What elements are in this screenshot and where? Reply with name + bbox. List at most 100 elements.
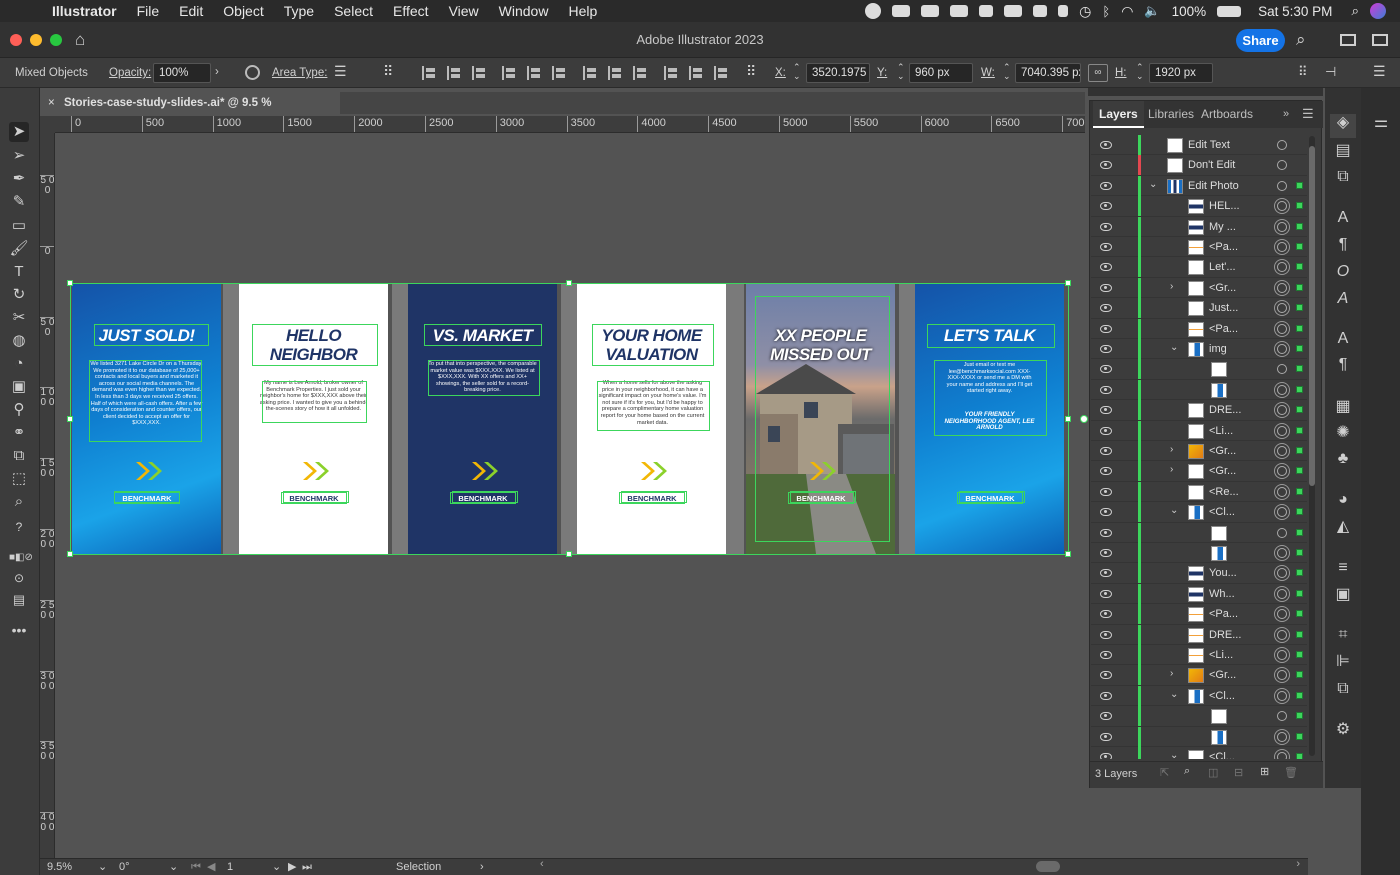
delete-layer-icon[interactable]: 🗑 (1284, 766, 1298, 779)
selection-indicator[interactable] (1296, 324, 1303, 332)
visibility-eye-icon[interactable] (1100, 508, 1112, 517)
appearance-panel-icon[interactable]: ◭ (1334, 518, 1352, 536)
collapse-panel-icon[interactable]: » (1283, 108, 1289, 120)
drive-icon[interactable] (979, 5, 994, 17)
align-left-icon[interactable] (422, 66, 436, 80)
visibility-eye-icon[interactable] (1100, 712, 1112, 721)
layer-name[interactable]: <Gr... (1209, 281, 1236, 296)
target-circle-icon[interactable] (1277, 405, 1287, 416)
target-circle-icon[interactable] (1277, 548, 1287, 558)
asset-export-icon[interactable]: ⧉ (1334, 168, 1352, 186)
direct-selection-tool-icon[interactable]: ➢ (9, 146, 29, 166)
resize-handle-left[interactable] (67, 416, 73, 422)
align-bottom-icon[interactable] (552, 66, 566, 80)
selection-indicator[interactable] (1296, 222, 1303, 230)
selection-indicator[interactable] (1296, 304, 1303, 312)
collapse-caret-icon[interactable]: ⌄ (1149, 179, 1157, 190)
selection-indicator[interactable] (1296, 630, 1303, 638)
layer-name[interactable]: You... (1209, 566, 1237, 581)
resize-handle-bottom-left[interactable] (67, 551, 73, 557)
sublayer-row[interactable]: You... (1091, 563, 1307, 584)
swatches-panel-icon[interactable]: ▦ (1334, 398, 1352, 416)
creative-cloud-icon[interactable] (865, 3, 882, 19)
siri-icon[interactable] (1370, 3, 1386, 19)
scroll-right-icon[interactable]: › (1296, 858, 1300, 870)
y-stepper-icon[interactable]: ⌃ ⌄ (897, 63, 905, 81)
selection-indicator[interactable] (1296, 528, 1303, 536)
workspace-switcher-icon[interactable] (1340, 34, 1356, 46)
sublayer-row[interactable]: DRE... (1091, 624, 1307, 645)
layer-name[interactable]: <Gr... (1209, 444, 1236, 459)
target-circle-icon[interactable] (1277, 364, 1287, 375)
sublayer-row[interactable] (1091, 522, 1307, 543)
layer-name[interactable]: <Pa... (1209, 240, 1238, 255)
sublayer-row[interactable]: › <Gr... (1091, 665, 1307, 686)
resize-handle-right[interactable] (1065, 416, 1071, 422)
sublayer-row[interactable] (1091, 379, 1307, 401)
screen-mode-icon[interactable]: ▤ (9, 590, 29, 610)
layer-name[interactable]: DRE... (1209, 628, 1241, 643)
layer-name[interactable]: <Pa... (1209, 607, 1238, 622)
layer-name[interactable]: Just... (1209, 301, 1238, 316)
layer-name[interactable]: <Cl... (1209, 689, 1235, 704)
menu-file[interactable]: File (127, 3, 170, 19)
curvature-tool-icon[interactable]: ✎ (9, 192, 29, 212)
target-circle-icon[interactable] (1277, 262, 1287, 273)
reference-point-icon[interactable]: ⠿ (746, 63, 756, 80)
horizontal-scrollbar[interactable]: ‹ › (540, 858, 1300, 872)
sublayer-row[interactable]: › <Gr... (1091, 461, 1307, 482)
paintbrush-tool-icon[interactable]: 🖌 (9, 239, 29, 259)
selection-indicator[interactable] (1296, 283, 1303, 291)
paragraph-align-icon[interactable]: ☰ (334, 63, 347, 80)
rotation-dropdown-icon[interactable]: ⌄ (169, 859, 178, 875)
zoom-tool-icon[interactable]: ⌕ (9, 492, 29, 512)
sublayer-row[interactable]: ⌄ <Cl... (1091, 502, 1307, 523)
zoom-dropdown-icon[interactable]: ⌄ (98, 859, 107, 875)
warp-tool-icon[interactable]: ◍ (9, 331, 29, 351)
visibility-eye-icon[interactable] (1100, 385, 1112, 394)
sublayer-row[interactable]: Wh... (1091, 583, 1307, 605)
target-circle-icon[interactable] (1277, 609, 1287, 620)
draw-mode-icon[interactable]: ⊙ (9, 568, 29, 588)
selection-indicator[interactable] (1296, 263, 1303, 271)
visibility-eye-icon[interactable] (1100, 569, 1112, 578)
pathfinder-panel-icon[interactable]: ⧉ (1334, 680, 1352, 698)
target-circle-icon[interactable] (1277, 650, 1287, 660)
layers-scroll-thumb[interactable] (1309, 146, 1315, 486)
first-artboard-icon[interactable]: ⏮ (191, 859, 201, 875)
expand-caret-icon[interactable]: › (1170, 281, 1173, 292)
menu-options-icon[interactable]: ☰ (1373, 63, 1386, 80)
menu-window[interactable]: Window (489, 3, 559, 19)
paragraph-panel-icon[interactable]: ¶ (1334, 236, 1352, 254)
sublayer-row[interactable]: <Pa... (1091, 318, 1307, 339)
target-circle-icon[interactable] (1277, 221, 1287, 232)
artboard-dropdown-icon[interactable]: ⌄ (272, 859, 281, 875)
tab-libraries[interactable]: Libraries (1142, 101, 1200, 128)
target-circle-icon[interactable] (1277, 588, 1287, 599)
pen-tool-icon[interactable]: ✒ (9, 169, 29, 189)
expand-caret-icon[interactable]: › (1170, 444, 1173, 455)
visibility-eye-icon[interactable] (1100, 181, 1112, 190)
visibility-eye-icon[interactable] (1100, 528, 1112, 537)
menu-help[interactable]: Help (558, 3, 607, 19)
bolt-icon[interactable] (1058, 5, 1069, 17)
export-icon[interactable]: ⇱ (1160, 766, 1169, 779)
target-circle-icon[interactable] (1277, 160, 1287, 171)
rotation-field[interactable]: 0° (119, 859, 169, 875)
clock[interactable]: Sat 5:30 PM (1258, 4, 1332, 19)
visibility-eye-icon[interactable] (1100, 549, 1112, 557)
gradient-tool-icon[interactable]: ▣ (9, 377, 29, 397)
layer-name[interactable]: <Cl... (1209, 750, 1235, 759)
target-circle-icon[interactable] (1277, 466, 1287, 477)
align-panel-icon[interactable]: ⊫ (1334, 653, 1352, 671)
resize-handle-top-right[interactable] (1065, 280, 1071, 286)
rectangle-tool-icon[interactable]: ▭ (9, 216, 29, 236)
panel-toggle-icon[interactable] (1372, 34, 1388, 46)
layer-name[interactable]: Edit Photo (1188, 179, 1239, 194)
type-tool-icon[interactable]: T (9, 262, 29, 282)
visibility-eye-icon[interactable] (1100, 447, 1112, 455)
sublayer-row[interactable]: My ... (1091, 216, 1307, 237)
visibility-eye-icon[interactable] (1100, 732, 1112, 741)
prev-artboard-icon[interactable]: ◀ (207, 859, 215, 875)
volume-icon[interactable]: 🔈 (1144, 3, 1160, 19)
